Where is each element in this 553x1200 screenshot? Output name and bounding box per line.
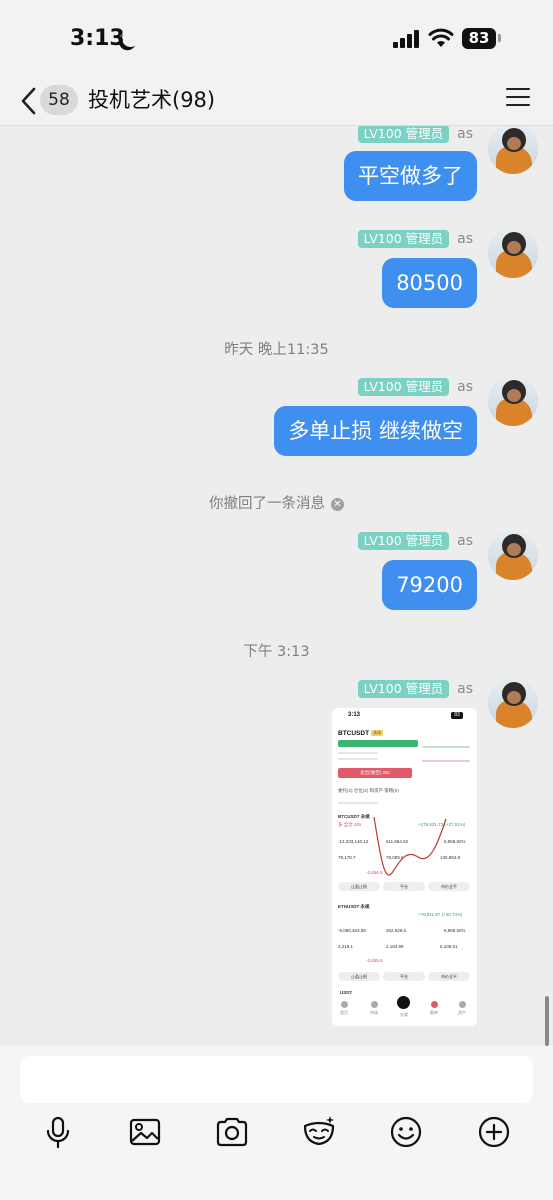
level-badge: LV100 管理员 [357, 377, 450, 396]
screenshot-position-pnl: +78,811.87 (+30.74%) [418, 912, 463, 917]
scrollbar[interactable] [545, 996, 549, 1046]
avatar[interactable] [488, 530, 538, 580]
screenshot-tab-home: 首页 [334, 1001, 354, 1016]
sender-info: LV100 管理员 as [357, 228, 473, 248]
plus-icon[interactable] [476, 1114, 512, 1150]
microphone-icon[interactable] [40, 1114, 76, 1150]
recall-text: 你撤回了一条消息 [209, 496, 325, 512]
message-bubble[interactable]: 平空做多了 [344, 151, 477, 201]
screenshot-line [338, 752, 378, 754]
screenshot-position-entry: 79,178.7 [338, 855, 356, 860]
screenshot-tp-sl-button: 止盈止损 [338, 972, 380, 981]
screenshot-tab-assets: 资产 [452, 1001, 472, 1016]
screenshot-pair: BTCUSDT 永续 [338, 730, 384, 737]
screenshot-position-symbol: BTCUSDT 永续 [338, 814, 370, 819]
screenshot-position-size: -12,233,140.12 [338, 839, 369, 844]
screenshot-pair-tag: 永续 [371, 730, 384, 736]
screenshot-position-size: -5,050,463.58 [338, 928, 366, 933]
screenshot-close-button: 平仓 [383, 882, 425, 891]
time-separator: 昨天 晚上11:35 [224, 342, 329, 358]
message-list[interactable]: LV100 管理员 as 平空做多了 LV100 管理员 as 80500 昨天 晚… [0, 126, 553, 1046]
message-bubble[interactable]: 多单止损 继续做空 [274, 406, 477, 456]
screenshot-trade-icon [397, 996, 410, 1009]
sender-name: as [457, 230, 473, 247]
status-time: 3:13 [70, 26, 125, 51]
screenshot-pair-name: BTCUSDT [338, 730, 370, 737]
battery-tip [498, 34, 501, 42]
level-badge: LV100 管理员 [357, 126, 450, 143]
screenshot-position-entry: 2,219.1 [338, 944, 354, 949]
avatar[interactable] [488, 376, 538, 426]
close-icon[interactable]: ✕ [331, 498, 344, 511]
status-bar: 3:13 83 [0, 0, 553, 78]
camera-icon[interactable] [214, 1114, 250, 1150]
message-input[interactable] [20, 1056, 533, 1103]
screenshot-sell-button: 卖出(做空) 20x [338, 768, 412, 778]
screenshot-position-liq: 6,105.01 [440, 944, 458, 949]
message-bubble[interactable]: 80500 [382, 258, 477, 308]
avatar[interactable] [488, 228, 538, 278]
image-icon[interactable] [127, 1114, 163, 1150]
time-separator: 下午 3:13 [243, 644, 310, 660]
level-badge: LV100 管理员 [357, 229, 450, 248]
screenshot-buy-bar [338, 740, 418, 747]
cellular-signal-icon [393, 30, 421, 48]
screenshot-position-mark: 2,184.99 [386, 944, 404, 949]
battery-level: 83 [462, 28, 496, 49]
screenshot-position-funding: -2,655.5 [366, 958, 383, 963]
chat-header: 58 投机艺术(98) [0, 78, 553, 126]
screenshot-position-side: 多 全仓 20x [338, 822, 362, 827]
screenshot-tp-sl-button: 止盈止损 [338, 882, 380, 891]
screenshot-tab-trade: 交易 [400, 1012, 408, 1017]
sender-name: as [457, 126, 473, 142]
level-badge: LV100 管理员 [357, 531, 450, 550]
screenshot-close-button: 平仓 [383, 972, 425, 981]
screenshot-position-symbol: ETHUSDT 永续 [338, 904, 370, 909]
sender-name: as [457, 680, 473, 697]
screenshot-battery: 83 [451, 712, 463, 719]
screenshot-tab-copy: 跟单 [424, 1001, 444, 1016]
screenshot-drawn-curve [373, 816, 447, 876]
menu-icon[interactable] [506, 88, 530, 108]
message-bubble[interactable]: 79200 [382, 560, 477, 610]
screenshot-position-margin: 252,629.6 [386, 928, 407, 933]
screenshot-market-close-button: 市价全平 [428, 972, 470, 981]
back-chevron-icon[interactable] [18, 86, 40, 116]
screenshot-tab-market: 市场 [364, 1001, 384, 1016]
emoji-icon[interactable] [388, 1114, 424, 1150]
screenshot-position-ratio: 6,958.82% [444, 928, 466, 933]
screenshot-line [422, 760, 470, 762]
sender-name: as [457, 532, 473, 549]
screenshot-market-close-button: 市价全平 [428, 882, 470, 891]
sender-info: LV100 管理员 as [357, 530, 473, 550]
screenshot-line [422, 746, 470, 748]
sender-info: LV100 管理员 as [357, 126, 473, 143]
mask-icon[interactable] [301, 1114, 337, 1150]
wifi-icon [428, 28, 454, 47]
unread-count-badge[interactable]: 58 [40, 85, 78, 115]
chat-title: 投机艺术(98) [88, 88, 216, 112]
avatar[interactable] [488, 678, 538, 728]
level-badge: LV100 管理员 [357, 679, 450, 698]
screenshot-tabs: 委托(2) 仓位(2) 和资产 策略(0) [338, 788, 399, 793]
screenshot-line [338, 758, 378, 760]
sender-name: as [457, 378, 473, 395]
recall-notice: 你撤回了一条消息 ✕ [0, 492, 553, 513]
screenshot-line [338, 802, 378, 804]
input-bar [0, 1046, 553, 1200]
screenshot-asset: USDT [340, 990, 353, 995]
shared-screenshot-image[interactable]: 3:13 83 BTCUSDT 永续 卖出(做空) 20x 委托(2) 仓位(2)… [332, 708, 477, 1026]
avatar[interactable] [488, 126, 538, 174]
sender-info: LV100 管理员 as [357, 678, 473, 698]
sender-info: LV100 管理员 as [357, 376, 473, 396]
